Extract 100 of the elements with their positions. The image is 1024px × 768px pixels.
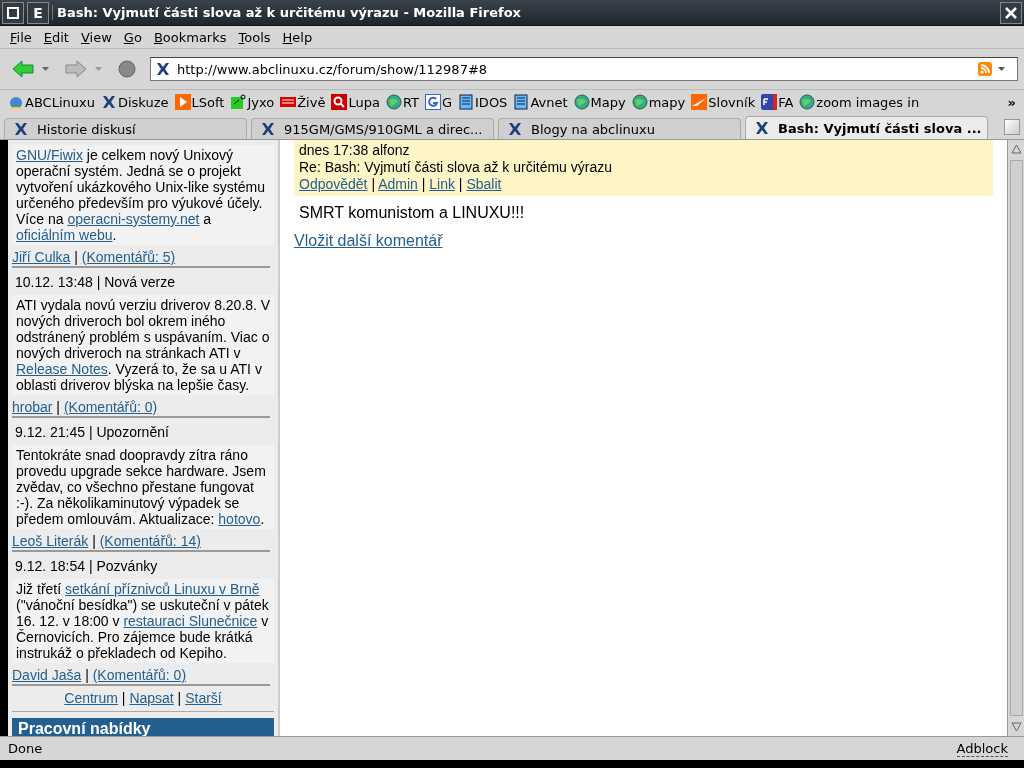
bookmark-item[interactable]: Živě	[280, 94, 326, 110]
browser-tab[interactable]: 915GM/GMS/910GML a direc...	[251, 118, 494, 139]
site-logo-icon	[155, 61, 171, 77]
link[interactable]: Link	[429, 176, 455, 192]
back-button[interactable]	[10, 58, 36, 80]
vertical-scrollbar[interactable]	[1007, 140, 1024, 736]
link[interactable]: oficiálním webu	[16, 227, 113, 243]
news-date-category: 9.12. 21:45 | Upozornění	[14, 423, 170, 440]
add-comment-link[interactable]: Vložit další komentář	[294, 232, 443, 250]
menu-item[interactable]: View	[74, 29, 118, 45]
link[interactable]: restauraci Slunečnice	[123, 613, 258, 629]
window-icon	[7, 6, 19, 19]
link[interactable]: GNU/Fiwix	[16, 147, 83, 163]
link[interactable]: Sbalit	[466, 176, 502, 192]
link[interactable]: Leoš Literák	[12, 533, 89, 549]
bookmark-item[interactable]: FA	[761, 94, 794, 110]
bookmark-item[interactable]: RT	[385, 94, 419, 110]
link[interactable]: (Komentářů: 0)	[92, 667, 187, 683]
news-text: ATI vydala novú verziu driverov 8.20.8. V nových driveroch bol okrem iného odstránený problém s uspávaním. Viac o nových driveroch na stránkach ATI v Release Notes. Vyzerá to, že sa u ATI v oblasti driverov blýska na lepšie časy.	[12, 295, 274, 395]
news-author-line: Leoš Literák | (Komentářů: 14)	[12, 529, 270, 552]
bookmark-item[interactable]: Lupa	[331, 94, 380, 110]
status-text: Done	[8, 741, 44, 756]
document-icon	[458, 94, 475, 110]
news-author-line: Jiří Culka | (Komentářů: 5)	[12, 245, 270, 268]
link[interactable]: Admin	[378, 176, 418, 192]
bookmark-item[interactable]: mapy	[631, 94, 686, 110]
forward-button[interactable]	[63, 58, 89, 80]
menu-item[interactable]: Edit	[37, 29, 75, 45]
link[interactable]: Starší	[185, 690, 222, 706]
adblock-button[interactable]: Adblock	[956, 740, 1008, 757]
comment-text: SMRT komunistom a LINUXU!!!	[298, 203, 526, 222]
link[interactable]: Odpovědět	[299, 176, 368, 192]
browser-tab[interactable]: Bash: Vyjmutí části slova ...	[745, 116, 988, 139]
globe-icon	[631, 94, 648, 110]
caret-icon	[998, 67, 1005, 71]
site-logo-icon	[100, 94, 117, 110]
comment-date-author: dnes 17:38 alfonz	[299, 142, 411, 159]
site-logo-icon	[260, 121, 276, 137]
menu-item[interactable]: File	[4, 29, 38, 45]
site-logo-icon	[507, 121, 523, 137]
bookmark-item[interactable]: Mapy	[573, 94, 626, 110]
scrollbar-thumb[interactable]	[1009, 160, 1023, 716]
striped-banner-icon	[280, 94, 297, 110]
globe-icon	[799, 94, 816, 110]
link[interactable]: Release Notes	[16, 361, 108, 377]
site-logo-icon	[13, 121, 29, 137]
rss-icon	[978, 62, 992, 76]
window-menu-button[interactable]	[2, 1, 24, 24]
bookmark-item[interactable]: zoom images in	[799, 94, 920, 110]
new-tab-button[interactable]	[1004, 119, 1020, 135]
address-field[interactable]: http://www.abclinuxu.cz/forum/show/112987#8	[150, 57, 1018, 81]
magnifier-icon	[331, 94, 348, 110]
link[interactable]: hrobar	[12, 399, 53, 415]
sidebar-navigation: Centrum | Napsat | Starší	[12, 686, 274, 712]
close-button[interactable]	[1000, 1, 1022, 24]
stop-button[interactable]	[116, 58, 138, 80]
bookmark-item[interactable]: IDOS	[458, 94, 508, 110]
link[interactable]: (Komentářů: 14)	[99, 533, 201, 549]
globe-icon	[385, 94, 402, 110]
down-arrow-icon	[1010, 722, 1022, 732]
globe-icon	[573, 94, 590, 110]
link[interactable]: David Jaša	[12, 667, 82, 683]
comment-subject: Re: Bash: Vyjmutí části slova až k určitému výrazu	[299, 159, 614, 176]
up-arrow-icon	[1010, 144, 1022, 154]
close-icon	[1005, 6, 1017, 19]
bookmark-item[interactable]: LSoft	[174, 94, 225, 110]
bookmark-item[interactable]: Slovník	[691, 94, 756, 110]
browser-tab[interactable]: Blogy na abclinuxu	[498, 118, 741, 139]
menu-item[interactable]: Go	[117, 29, 148, 45]
link[interactable]: Centrum	[64, 690, 118, 706]
news-date-category: 9.12. 18:54 | Pozvánky	[14, 557, 159, 574]
news-author-line: hrobar | (Komentářů: 0)	[12, 395, 270, 418]
bookmark-item[interactable]: ABCLinuxu	[8, 94, 95, 110]
browser-tab[interactable]: Historie diskusí	[4, 118, 247, 139]
news-text: Již třetí setkání příznivců Linuxu v Brně ("vánoční besídka") se uskuteční v pátek 16. 12. v 18:00 v restauraci Slunečnice v Černovicích. Pro zájemce bude krátká instrukáž o překladech od Kepiho.	[12, 579, 274, 663]
bookmark-item[interactable]: Diskuze	[100, 94, 169, 110]
caret-icon	[95, 67, 102, 71]
news-text: GNU/Fiwix je celkem nový Unixový operační systém. Jedná se o projekt vytvoření ukázkového Unix-like systému určeného především pro výukové účely. Více na operacni-systemy.net a oficiálním webu.	[12, 145, 274, 245]
site-logo-icon	[754, 120, 770, 136]
more-bookmarks-button[interactable]: »	[1007, 94, 1024, 110]
link[interactable]: (Komentářů: 5)	[81, 249, 176, 265]
menu-button[interactable]: E	[27, 1, 49, 24]
play-icon	[174, 94, 191, 110]
link[interactable]: (Komentářů: 0)	[63, 399, 158, 415]
menu-item[interactable]: Help	[276, 29, 319, 45]
letter-g-icon	[424, 94, 441, 110]
bookmark-item[interactable]: G	[424, 94, 453, 110]
document-icon	[513, 94, 530, 110]
menu-item[interactable]: Bookmarks	[147, 29, 233, 45]
circle-icon	[118, 60, 136, 78]
news-date-category: 10.12. 13:48 | Nová verze	[14, 273, 177, 290]
link[interactable]: Napsat	[129, 690, 174, 706]
bookmark-item[interactable]: Jyxo	[230, 94, 275, 110]
right-arrow-icon	[65, 60, 87, 78]
link[interactable]: setkání příznivců Linuxu v Brně	[65, 581, 260, 597]
link[interactable]: operacni-systemy.net	[67, 211, 200, 227]
comment-actions: Odpovědět | Admin | Link | Sbalit	[299, 176, 503, 193]
bookmark-item[interactable]: Avnet	[513, 94, 568, 110]
menu-item[interactable]: Tools	[232, 29, 277, 45]
link[interactable]: Jiří Culka	[12, 249, 71, 265]
